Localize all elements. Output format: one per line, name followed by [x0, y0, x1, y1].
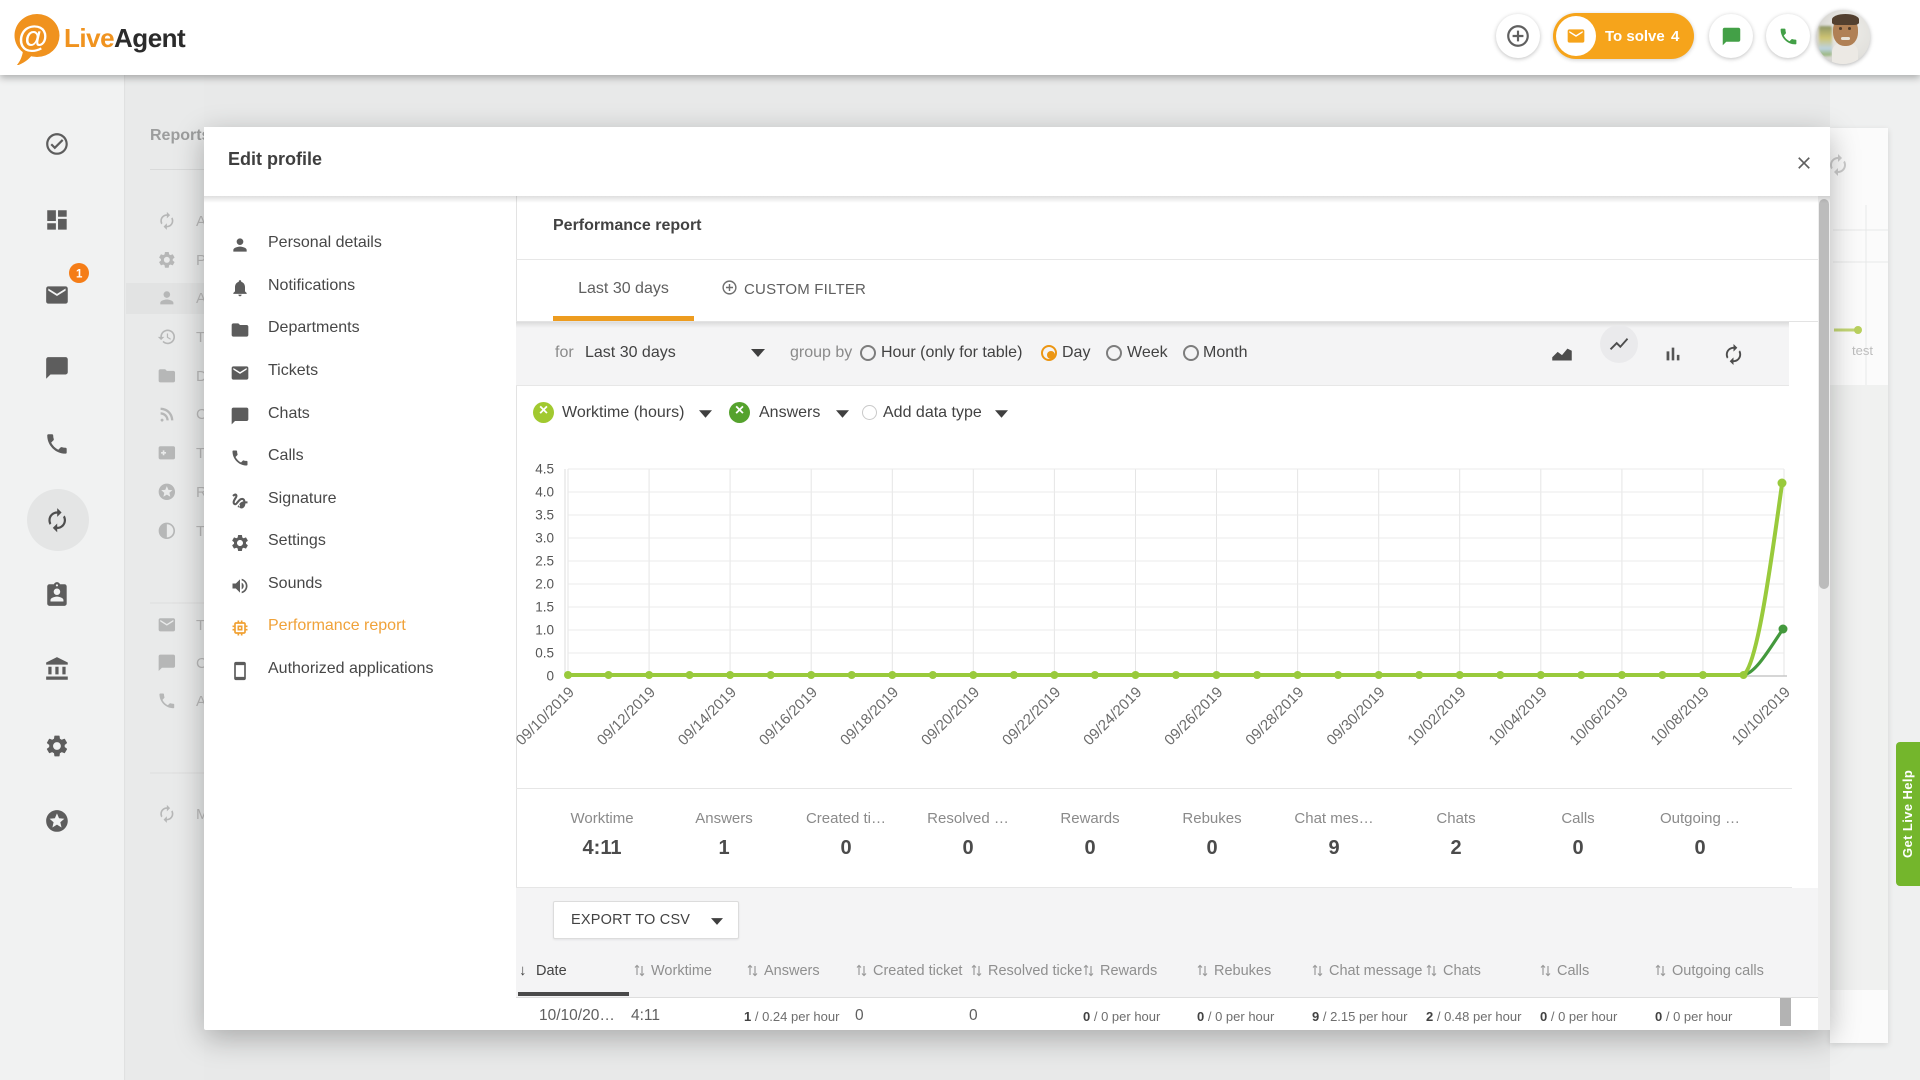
svg-text:T: T — [196, 617, 204, 634]
svg-text:R: R — [196, 484, 204, 501]
svg-text:1.0: 1.0 — [535, 623, 554, 638]
svg-text:0.5: 0.5 — [535, 646, 554, 661]
svg-text:T: T — [196, 445, 204, 462]
svg-text:P: P — [196, 252, 204, 269]
svg-text:3.0: 3.0 — [535, 531, 554, 546]
svg-text:09/24/2019: 09/24/2019 — [1080, 684, 1145, 749]
svg-text:09/18/2019: 09/18/2019 — [837, 684, 902, 749]
svg-text:09/28/2019: 09/28/2019 — [1242, 684, 1307, 749]
svg-text:1: 1 — [76, 269, 83, 281]
svg-text:10/04/2019: 10/04/2019 — [1486, 684, 1551, 749]
svg-text:@: @ — [18, 19, 48, 54]
svg-text:4.5: 4.5 — [535, 462, 554, 477]
svg-text:09/22/2019: 09/22/2019 — [999, 684, 1064, 749]
svg-text:09/30/2019: 09/30/2019 — [1323, 684, 1388, 749]
svg-text:1.5: 1.5 — [535, 600, 554, 615]
svg-text:09/14/2019: 09/14/2019 — [675, 684, 740, 749]
svg-text:A: A — [196, 693, 204, 710]
svg-text:T: T — [196, 329, 204, 346]
svg-text:test: test — [1852, 343, 1873, 358]
svg-text:3.5: 3.5 — [535, 508, 554, 523]
svg-text:10/08/2019: 10/08/2019 — [1648, 684, 1713, 749]
svg-text:09/26/2019: 09/26/2019 — [1161, 684, 1226, 749]
svg-text:09/10/2019: 09/10/2019 — [516, 684, 578, 749]
svg-text:2.0: 2.0 — [535, 577, 554, 592]
svg-text:A: A — [196, 213, 204, 230]
svg-text:09/16/2019: 09/16/2019 — [756, 684, 821, 749]
svg-text:D: D — [196, 368, 204, 385]
svg-text:0: 0 — [546, 669, 554, 684]
svg-text:C: C — [196, 655, 204, 672]
svg-text:10/10/2019: 10/10/2019 — [1729, 684, 1794, 749]
svg-text:A: A — [196, 290, 204, 307]
svg-text:C: C — [196, 406, 204, 423]
svg-text:M: M — [196, 806, 204, 823]
svg-text:10/02/2019: 10/02/2019 — [1404, 684, 1469, 749]
svg-text:T: T — [196, 523, 204, 540]
svg-text:2.5: 2.5 — [535, 554, 554, 569]
svg-text:09/20/2019: 09/20/2019 — [918, 684, 983, 749]
svg-text:4.0: 4.0 — [535, 485, 554, 500]
svg-text:09/12/2019: 09/12/2019 — [594, 684, 659, 749]
svg-text:10/06/2019: 10/06/2019 — [1567, 684, 1632, 749]
